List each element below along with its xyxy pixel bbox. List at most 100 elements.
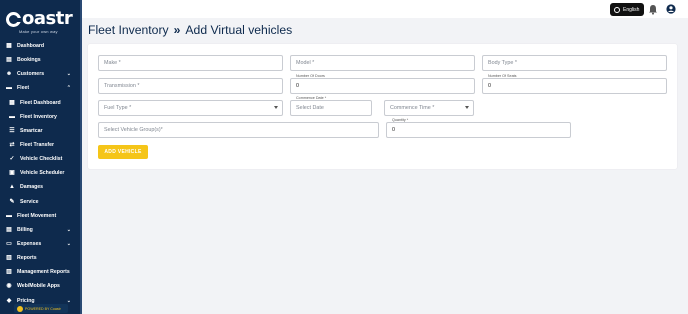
quantity-label: Quantity * (391, 118, 410, 122)
car-icon: ▬ (6, 85, 12, 92)
sidebar-item-vehicle-checklist[interactable]: ✓ Vehicle Checklist (0, 152, 80, 166)
sidebar-item-label: Customers (17, 71, 45, 78)
logo[interactable]: oastr Make your own way (6, 10, 76, 34)
sidebar-item-label: Pricing (17, 297, 35, 304)
sidebar-item-label: Billing (17, 226, 33, 233)
bell-icon[interactable] (648, 4, 658, 15)
add-vehicle-button[interactable]: ADD VEHICLE (98, 145, 148, 159)
car-icon: ▬ (6, 212, 12, 219)
number-of-doors-label: Number Of Doors (295, 74, 326, 78)
model-placeholder: Model * (296, 60, 315, 66)
sidebar-item-label: Fleet Inventory (20, 113, 57, 120)
sidebar-item-service[interactable]: ✎ Service (0, 195, 80, 209)
sidebar-item-customers[interactable]: ☻ Customers ⌄ (0, 67, 80, 81)
sidebar-item-label: Vehicle Checklist (20, 156, 63, 163)
commence-time-placeholder: Commence Time * (390, 105, 435, 111)
sidebar-item-label: Bookings (17, 57, 41, 64)
number-of-seats-label: Number Of Seats (487, 74, 518, 78)
logo-tagline: Make your own way (19, 29, 58, 34)
sidebar-item-management-reports[interactable]: ▥ Management Reports (0, 265, 80, 279)
globe-icon (614, 6, 620, 13)
sidebar-item-damages[interactable]: ▲ Damages (0, 180, 80, 194)
sidebar-item-dashboard[interactable]: ▦ Dashboard (0, 39, 80, 53)
sidebar-item-fleet-transfer[interactable]: ⇄ Fleet Transfer (0, 138, 80, 152)
sidebar-scrollbar[interactable] (80, 0, 82, 314)
sidebar-item-label: Web/Mobile Apps (17, 283, 60, 290)
number-of-doors-value: 0 (296, 83, 299, 89)
globe-icon: ◉ (6, 283, 12, 290)
breadcrumb-current: Add Virtual vehicles (185, 23, 293, 37)
sidebar-item-reports[interactable]: ▥ Reports (0, 251, 80, 265)
fuel-type-select[interactable]: Fuel Type * (98, 100, 283, 116)
expenses-icon: ▭ (6, 241, 12, 248)
sidebar-item-label: Fleet Transfer (20, 142, 55, 149)
sidebar-item-label: Service (20, 198, 39, 205)
user-account-icon[interactable] (666, 4, 676, 14)
logo-c-icon (6, 11, 21, 27)
sidebar-item-label: Fleet Dashboard (20, 99, 61, 106)
sidebar-item-label: Smartcar (20, 127, 43, 134)
reports-icon: ▥ (6, 255, 12, 262)
sidebar-item-label: Fleet Movement (17, 212, 57, 219)
dashboard-icon: ▦ (6, 43, 12, 50)
chevron-down-icon (465, 106, 469, 109)
scheduler-icon: ▣ (9, 170, 15, 177)
language-label: English (623, 6, 640, 13)
number-of-doors-field[interactable]: Number Of Doors 0 (290, 74, 475, 94)
wrench-icon: ✎ (9, 198, 15, 205)
sidebar-nav: ▦ Dashboard ▤ Bookings ☻ Customers ⌄ ▬ Fleet ⌃ ▦ Fl… (0, 39, 80, 308)
breadcrumb-separator: » (173, 23, 181, 37)
quantity-field[interactable]: Quantity * 0 (386, 118, 571, 138)
powered-by-text: POWERED BY Coastr (25, 306, 61, 311)
sidebar-item-fleet-dashboard[interactable]: ▦ Fleet Dashboard (0, 96, 80, 110)
chevron-down-icon[interactable]: ⌄ (67, 227, 71, 233)
breadcrumb-parent[interactable]: Fleet Inventory (88, 23, 169, 37)
commence-date-field[interactable]: Commence Date * Select Date (290, 96, 372, 116)
commence-date-label: Commence Date * (295, 96, 328, 100)
vehicle-groups-select[interactable]: Select Vehicle Group(s)* (98, 122, 379, 138)
chevron-down-icon[interactable]: ⌄ (67, 71, 71, 77)
chevron-down-icon[interactable]: ⌄ (67, 298, 71, 304)
transmission-field[interactable]: Transmission * (98, 78, 283, 94)
chevron-down-icon (274, 106, 278, 109)
checklist-icon: ✓ (9, 156, 15, 163)
sidebar-item-fleet-movement[interactable]: ▬ Fleet Movement (0, 209, 80, 223)
tag-icon: ◆ (6, 297, 12, 304)
sidebar-item-fleet-inventory[interactable]: ▬ Fleet Inventory (0, 110, 80, 124)
sidebar-item-vehicle-scheduler[interactable]: ▣ Vehicle Scheduler (0, 166, 80, 180)
sidebar-item-label: Expenses (17, 241, 42, 248)
chevron-down-icon[interactable]: ⌄ (67, 241, 71, 247)
grid-icon: ▦ (9, 99, 15, 106)
chevron-up-icon[interactable]: ⌃ (67, 85, 71, 91)
number-of-seats-value: 0 (488, 83, 491, 89)
sidebar-item-label: Reports (17, 255, 37, 262)
commence-time-select[interactable]: Commence Time * (384, 100, 474, 116)
sidebar-item-web-mobile-apps[interactable]: ◉ Web/Mobile Apps (0, 279, 80, 293)
language-button[interactable]: English (610, 3, 644, 16)
reports-icon: ▥ (6, 269, 12, 276)
warning-icon: ▲ (9, 184, 15, 191)
transfer-icon: ⇄ (9, 142, 15, 149)
sidebar-item-bookings[interactable]: ▤ Bookings (0, 53, 80, 67)
sidebar-item-fleet[interactable]: ▬ Fleet ⌃ (0, 81, 80, 95)
sidebar-item-billing[interactable]: ▤ Billing ⌄ (0, 223, 80, 237)
vehicle-groups-placeholder: Select Vehicle Group(s)* (104, 127, 163, 133)
body-type-field[interactable]: Body Type * (482, 55, 667, 71)
model-field[interactable]: Model * (290, 55, 475, 71)
list-icon: ☰ (9, 127, 15, 134)
sidebar: oastr Make your own way ▦ Dashboard ▤ Booki… (0, 0, 82, 314)
sidebar-item-label: Management Reports (17, 269, 70, 276)
sidebar-item-smartcar[interactable]: ☰ Smartcar (0, 124, 80, 138)
sidebar-item-label: Fleet (17, 85, 30, 92)
sidebar-item-label: Vehicle Scheduler (20, 170, 65, 177)
make-field[interactable]: Make * (98, 55, 283, 71)
make-placeholder: Make * (104, 60, 121, 66)
body-type-placeholder: Body Type * (488, 60, 517, 66)
sidebar-item-expenses[interactable]: ▭ Expenses ⌄ (0, 237, 80, 251)
calendar-icon: ▤ (6, 57, 12, 64)
page-title: Fleet Inventory » Add Virtual vehicles (88, 23, 292, 37)
number-of-seats-field[interactable]: Number Of Seats 0 (482, 74, 667, 94)
logo-wordmark: oastr (6, 10, 76, 28)
logo-text: oastr (22, 8, 73, 29)
users-icon: ☻ (5, 71, 13, 78)
